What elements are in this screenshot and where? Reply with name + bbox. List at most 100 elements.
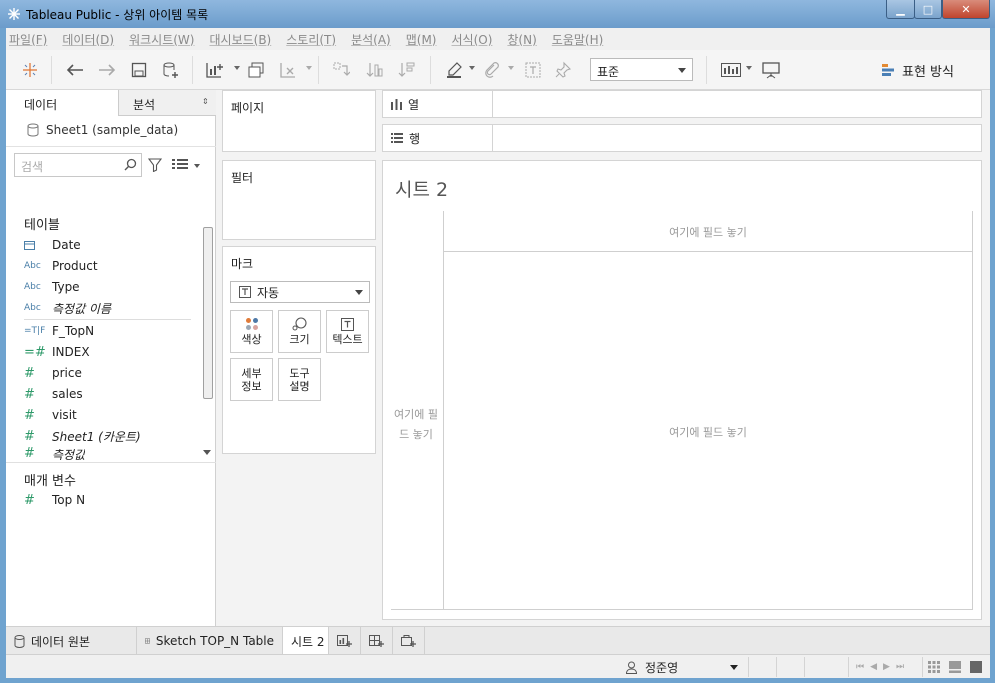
drop-field-main[interactable]: 여기에 필드 놓기	[443, 424, 973, 440]
menu-story[interactable]: 스토리(T)	[286, 31, 336, 48]
menu-help[interactable]: 도움말(H)	[552, 31, 604, 48]
view-list-icon[interactable]	[172, 158, 188, 170]
field-measure-names[interactable]: Abc 측정값 이름	[24, 298, 111, 318]
field-type[interactable]: Abc Type	[24, 277, 80, 297]
close-button[interactable]: ✕	[942, 0, 990, 19]
number-type-icon: #	[24, 407, 35, 423]
grid-view-icon[interactable]	[928, 661, 940, 673]
clear-sheet-icon[interactable]	[277, 59, 299, 81]
tabs-view-icon[interactable]	[970, 661, 982, 673]
menu-format[interactable]: 서식(O)	[452, 31, 493, 48]
sheet-navigation[interactable]: ⏮◀▶⏭	[856, 662, 910, 672]
field-measure-values[interactable]: # 측정값	[24, 446, 85, 460]
menu-analysis[interactable]: 분석(A)	[351, 31, 391, 48]
duplicate-sheet-icon[interactable]	[245, 59, 267, 81]
filters-card[interactable]: 필터	[222, 160, 376, 240]
number-type-icon: #	[24, 428, 35, 444]
color-button[interactable]: 색상	[230, 310, 273, 353]
fit-select[interactable]: 표준	[590, 58, 693, 81]
tables-section-title: 테이블	[24, 218, 60, 233]
minimize-button[interactable]: ▁	[886, 0, 915, 19]
string-type-icon: Abc	[24, 261, 41, 271]
pin-axes-icon[interactable]	[552, 59, 574, 81]
tooltip-button[interactable]: 도구 설명	[278, 358, 321, 401]
new-worksheet-tab-button[interactable]	[329, 627, 361, 655]
calendar-icon	[24, 240, 52, 250]
field-sheet1-count[interactable]: # Sheet1 (카운트)	[24, 426, 141, 446]
sheet-tab-bar: 데이터 원본 Sketch TOP_N Table 시트 2	[6, 626, 990, 655]
boolean-calc-icon: =T|F	[24, 326, 46, 336]
field-param-top-n[interactable]: # Top N	[24, 490, 85, 510]
label-button[interactable]: 텍스트	[326, 310, 369, 353]
field-index[interactable]: =# INDEX	[24, 342, 90, 362]
filmstrip-view-icon[interactable]	[949, 661, 961, 673]
datasource-icon	[14, 634, 25, 648]
sort-ascending-icon[interactable]	[364, 59, 386, 81]
show-me-icon	[882, 64, 894, 76]
search-icon[interactable]	[124, 158, 137, 171]
highlight-icon[interactable]	[443, 59, 465, 81]
field-sales[interactable]: # sales	[24, 384, 83, 404]
tab-datasource[interactable]: 데이터 원본	[6, 627, 137, 655]
group-members-icon[interactable]	[480, 59, 502, 81]
new-dashboard-icon	[369, 634, 384, 647]
drop-field-rows[interactable]: 여기에 필드 놓기	[391, 405, 441, 445]
field-product[interactable]: Abc Product	[24, 256, 98, 276]
columns-shelf-label: 열	[383, 91, 493, 117]
field-price[interactable]: # price	[24, 363, 82, 383]
menu-window[interactable]: 창(N)	[507, 31, 536, 48]
tableau-logo-icon[interactable]	[19, 59, 41, 81]
number-calc-icon: =#	[24, 344, 46, 360]
new-datasource-icon[interactable]	[160, 59, 182, 81]
mark-type-select[interactable]: 자동	[230, 281, 370, 303]
datasource-name: Sheet1 (sample_data)	[46, 123, 179, 137]
tab-data[interactable]: 데이터	[6, 90, 118, 116]
show-me-button[interactable]: 표현 방식	[882, 59, 954, 81]
tableau-app-icon	[8, 8, 20, 20]
pane-toggle-icon[interactable]: ⇕	[202, 97, 209, 106]
undo-icon[interactable]	[64, 59, 86, 81]
search-input[interactable]: 검색	[14, 153, 142, 177]
scrollbar-thumb[interactable]	[203, 227, 213, 399]
detail-button[interactable]: 세부 정보	[230, 358, 273, 401]
show-labels-icon[interactable]	[522, 59, 544, 81]
menu-dashboard[interactable]: 대시보드(B)	[209, 31, 271, 48]
rows-shelf[interactable]: 행	[382, 124, 982, 152]
menu-map[interactable]: 맵(M)	[406, 31, 437, 48]
title-bar: Tableau Public - 상위 아이템 목록 ▁ □ ✕	[0, 0, 995, 28]
menu-worksheet[interactable]: 워크시트(W)	[129, 31, 194, 48]
chevron-down-icon[interactable]	[194, 164, 200, 168]
menu-file[interactable]: 파일(F)	[9, 31, 47, 48]
swap-rows-columns-icon[interactable]	[330, 59, 352, 81]
mark-type-value: 자동	[257, 285, 280, 300]
new-story-tab-button[interactable]	[393, 627, 425, 655]
pages-card[interactable]: 페이지	[222, 90, 376, 152]
presentation-mode-icon[interactable]	[760, 59, 782, 81]
new-story-icon	[401, 634, 416, 647]
user-name: 정준영	[645, 660, 679, 675]
drop-field-columns[interactable]: 여기에 필드 놓기	[443, 224, 973, 240]
menu-data[interactable]: 데이터(D)	[62, 31, 114, 48]
maximize-button[interactable]: □	[914, 0, 942, 19]
redo-icon[interactable]	[96, 59, 118, 81]
tab-sketch-topn-table[interactable]: Sketch TOP_N Table	[137, 627, 283, 655]
field-f-topn[interactable]: =T|F F_TopN	[24, 321, 94, 341]
new-worksheet-icon[interactable]	[204, 59, 226, 81]
datasource-item[interactable]: Sheet1 (sample_data)	[26, 123, 178, 137]
app-frame: 파일(F) 데이터(D) 워크시트(W) 대시보드(B) 스토리(T) 분석(A…	[6, 28, 990, 678]
field-visit[interactable]: # visit	[24, 405, 77, 425]
field-date[interactable]: Date	[24, 235, 81, 255]
sort-descending-icon[interactable]	[396, 59, 418, 81]
filter-icon[interactable]	[148, 158, 162, 172]
scroll-down-icon[interactable]	[203, 450, 211, 455]
show-cards-icon[interactable]	[720, 59, 742, 81]
new-dashboard-tab-button[interactable]	[361, 627, 393, 655]
sheet-title[interactable]: 시트 2	[395, 175, 448, 202]
user-menu[interactable]: 정준영	[620, 657, 746, 677]
tab-sheet-2[interactable]: 시트 2	[283, 627, 329, 655]
data-pane: 데이터 분석 ⇕ Sheet1 (sample_data) 검색 테이블 Dat…	[6, 90, 216, 626]
size-button[interactable]: 크기	[278, 310, 321, 353]
save-icon[interactable]	[128, 59, 150, 81]
string-type-icon: Abc	[24, 282, 41, 292]
columns-shelf[interactable]: 열	[382, 90, 982, 118]
